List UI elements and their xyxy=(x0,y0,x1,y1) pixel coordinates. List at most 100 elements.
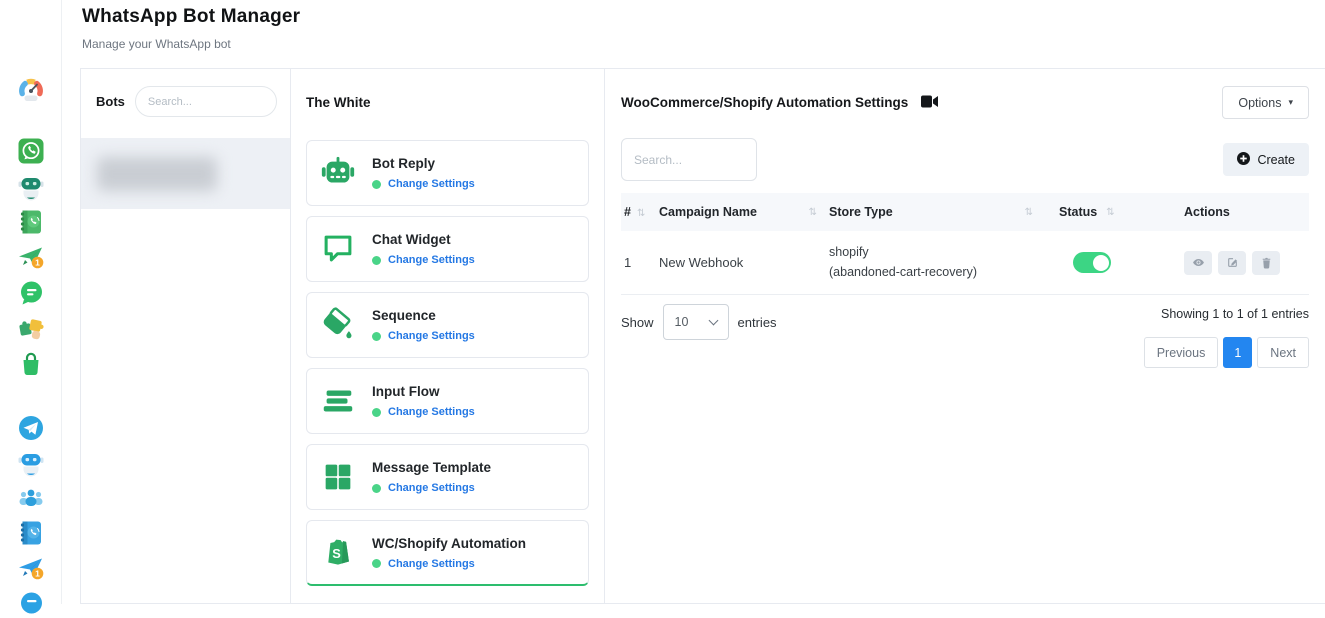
table-search-input[interactable] xyxy=(621,138,757,181)
shopify-s-glyph: S xyxy=(332,546,341,561)
table-header-row: #⇅ Campaign Name⇅ Store Type⇅ Status⇅ Ac… xyxy=(621,193,1309,231)
bots-panel-header: Bots xyxy=(81,69,290,134)
feature-card-bot-reply[interactable]: Bot Reply Change Settings xyxy=(306,140,589,206)
bots-label: Bots xyxy=(96,94,125,109)
trash-icon xyxy=(1260,256,1273,269)
store-type: shopify(abandoned-cart-recovery) xyxy=(829,243,977,282)
feature-card-title: Bot Reply xyxy=(372,156,475,171)
app-sidebar: 1 1 xyxy=(0,0,62,604)
automation-settings-panel: WooCommerce/Shopify Automation Settings … xyxy=(605,69,1325,603)
telegram-contacts-icon[interactable] xyxy=(17,519,45,547)
change-settings-link[interactable]: Change Settings xyxy=(388,482,475,494)
status-dot xyxy=(372,180,381,189)
previous-page-button[interactable]: Previous xyxy=(1144,337,1219,368)
whatsapp-bot-icon[interactable] xyxy=(17,173,45,201)
delete-button[interactable] xyxy=(1252,251,1280,275)
row-index: 1 xyxy=(621,255,659,270)
bot-list-item-selected[interactable] xyxy=(81,138,290,209)
options-button[interactable]: Options ▾ xyxy=(1222,86,1309,119)
status-dot xyxy=(372,408,381,417)
sort-icon[interactable]: ⇅ xyxy=(1106,207,1114,218)
caret-down-icon: ▾ xyxy=(1288,98,1293,108)
page-subtitle: Manage your WhatsApp bot xyxy=(82,37,300,51)
page-size-select[interactable]: 10 xyxy=(663,304,729,340)
create-button[interactable]: Create xyxy=(1223,143,1309,176)
show-label: Show xyxy=(621,315,654,330)
chat-bubble-icon xyxy=(319,230,357,268)
page-header: WhatsApp Bot Manager Manage your WhatsAp… xyxy=(82,6,300,51)
feature-card-title: Input Flow xyxy=(372,384,475,399)
column-header-campaign-name[interactable]: Campaign Name⇅ xyxy=(659,205,829,219)
grid-icon xyxy=(319,458,357,496)
bars-icon xyxy=(319,382,357,420)
change-settings-link[interactable]: Change Settings xyxy=(388,558,475,570)
view-button[interactable] xyxy=(1184,251,1212,275)
create-button-label: Create xyxy=(1257,153,1295,167)
sort-icon[interactable]: ⇅ xyxy=(637,208,645,219)
dashboard-gauge-icon[interactable] xyxy=(17,76,45,104)
edit-icon xyxy=(1226,256,1239,269)
sort-icon[interactable]: ⇅ xyxy=(809,207,817,218)
broadcast-badge: 1 xyxy=(35,258,40,268)
bots-search-input[interactable] xyxy=(135,86,277,117)
feature-card-title: Message Template xyxy=(372,460,491,475)
settings-title: WooCommerce/Shopify Automation Settings xyxy=(621,95,908,110)
column-header-store-type[interactable]: Store Type⇅ xyxy=(829,205,1059,219)
chevron-down-icon xyxy=(708,315,718,325)
feature-card-wc-shopify-automation[interactable]: S WC/Shopify Automation Change Settings xyxy=(306,520,589,586)
campaign-name: New Webhook xyxy=(659,255,743,270)
video-camera-icon[interactable] xyxy=(921,95,938,111)
edit-button[interactable] xyxy=(1218,251,1246,275)
status-dot xyxy=(372,256,381,265)
options-button-label: Options xyxy=(1238,96,1281,110)
feature-card-title: Chat Widget xyxy=(372,232,475,247)
paint-bucket-icon xyxy=(319,306,357,344)
sort-icon[interactable]: ⇅ xyxy=(1025,207,1033,218)
row-actions xyxy=(1184,251,1309,275)
whatsapp-chat-icon[interactable] xyxy=(17,279,45,307)
change-settings-link[interactable]: Change Settings xyxy=(388,406,475,418)
whatsapp-contacts-icon[interactable] xyxy=(17,208,45,236)
telegram-groups-icon[interactable] xyxy=(17,484,45,512)
shop-bag-icon[interactable] xyxy=(17,350,45,378)
column-header-actions: Actions xyxy=(1184,205,1309,219)
pagination: Previous 1 Next xyxy=(1144,337,1309,368)
change-settings-link[interactable]: Change Settings xyxy=(388,254,475,266)
shopify-icon: S xyxy=(319,534,357,572)
bots-panel: Bots xyxy=(81,69,291,603)
page-size-control: Show 10 entries xyxy=(621,304,777,340)
feature-card-list: Bot Reply Change Settings Chat Widget Ch… xyxy=(306,140,589,586)
status-toggle[interactable] xyxy=(1073,252,1111,273)
automation-table: #⇅ Campaign Name⇅ Store Type⇅ Status⇅ Ac… xyxy=(621,193,1309,295)
showing-entries-text: Showing 1 to 1 of 1 entries xyxy=(1161,307,1309,321)
feature-card-sequence[interactable]: Sequence Change Settings xyxy=(306,292,589,358)
eye-icon xyxy=(1192,256,1205,269)
status-dot xyxy=(372,484,381,493)
telegram-icon[interactable] xyxy=(17,414,45,442)
column-header-status[interactable]: Status⇅ xyxy=(1059,205,1184,219)
feature-card-input-flow[interactable]: Input Flow Change Settings xyxy=(306,368,589,434)
bot-name-redacted xyxy=(97,157,217,191)
status-dot xyxy=(372,559,381,568)
change-settings-link[interactable]: Change Settings xyxy=(388,178,475,190)
feature-card-message-template[interactable]: Message Template Change Settings xyxy=(306,444,589,510)
feature-card-chat-widget[interactable]: Chat Widget Change Settings xyxy=(306,216,589,282)
bot-name-title: The White xyxy=(306,95,589,110)
change-settings-link[interactable]: Change Settings xyxy=(388,330,475,342)
whatsapp-broadcast-icon[interactable]: 1 xyxy=(17,243,45,271)
broadcast-badge: 1 xyxy=(35,569,40,579)
bot-feature-panel: The White Bot Reply Change Settings Chat… xyxy=(291,69,605,603)
status-dot xyxy=(372,332,381,341)
page-size-value: 10 xyxy=(675,315,689,329)
whatsapp-icon[interactable] xyxy=(17,137,45,165)
feature-card-title: Sequence xyxy=(372,308,475,323)
plus-circle-icon xyxy=(1237,152,1250,168)
integrations-puzzle-icon[interactable] xyxy=(17,314,45,342)
column-header-index[interactable]: #⇅ xyxy=(621,205,659,219)
telegram-bot-icon[interactable] xyxy=(17,449,45,477)
current-page-button[interactable]: 1 xyxy=(1223,337,1252,368)
table-row: 1 New Webhook shopify(abandoned-cart-rec… xyxy=(621,231,1309,295)
next-page-button[interactable]: Next xyxy=(1257,337,1309,368)
telegram-chat-icon[interactable] xyxy=(17,590,45,618)
telegram-broadcast-icon[interactable]: 1 xyxy=(17,554,45,582)
